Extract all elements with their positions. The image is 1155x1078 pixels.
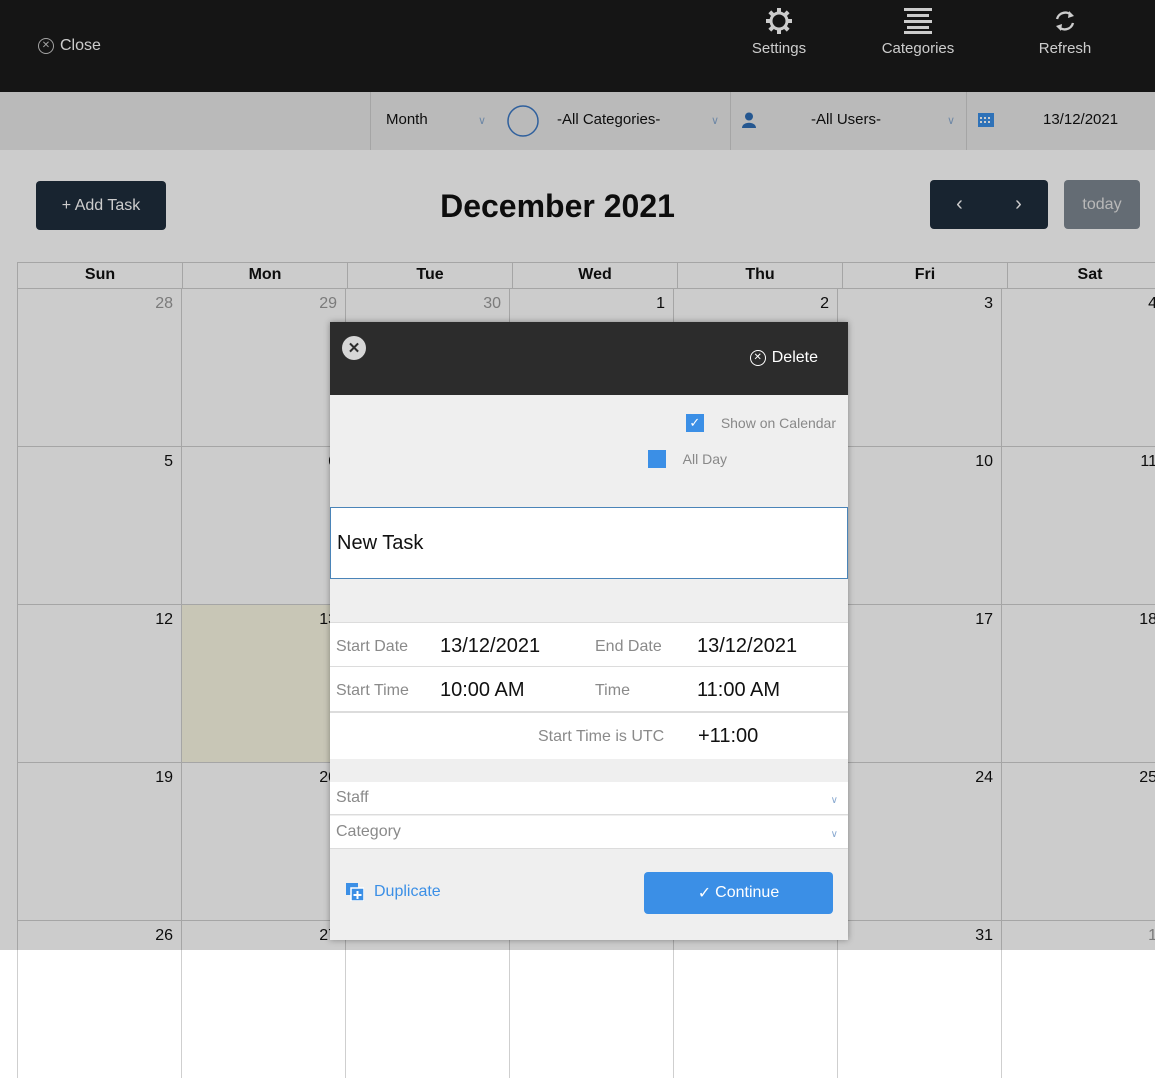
task-dialog: ✕ ✕ Delete ✓ Show on Calendar All Day Ne…	[330, 322, 848, 940]
start-date-label: Start Date	[336, 638, 409, 655]
category-placeholder: Category	[336, 823, 401, 840]
all-day-checkbox[interactable]: All Day	[647, 450, 727, 468]
start-time-field[interactable]: 10:00 AM	[440, 679, 525, 702]
end-time-field[interactable]: 11:00 AM	[697, 679, 780, 702]
staff-placeholder: Staff	[336, 789, 369, 806]
utc-offset-field[interactable]: +11:00	[698, 725, 758, 748]
time-row: Start Time 10:00 AM Time 11:00 AM	[330, 667, 848, 713]
start-date-field[interactable]: 13/12/2021	[440, 635, 540, 658]
dialog-close-button[interactable]: ✕	[342, 336, 366, 360]
show-on-calendar-label: Show on Calendar	[720, 415, 836, 431]
end-date-field[interactable]: 13/12/2021	[697, 635, 797, 658]
checkmark-icon: ✓	[697, 885, 712, 902]
utc-row: Start Time is UTC +11:00	[330, 713, 848, 759]
dialog-header: ✕ ✕ Delete	[330, 322, 848, 395]
show-on-calendar-checkbox[interactable]: ✓ Show on Calendar	[685, 414, 836, 432]
task-title-input[interactable]: New Task	[330, 507, 848, 579]
delete-icon: ✕	[749, 350, 766, 366]
start-time-label: Start Time	[336, 682, 409, 699]
close-icon: ✕	[347, 340, 361, 357]
checkbox-icon	[647, 450, 666, 468]
end-time-label: Time	[595, 682, 630, 699]
chevron-down-icon: ∨	[830, 795, 838, 806]
duplicate-button[interactable]: Duplicate	[346, 883, 441, 901]
staff-select[interactable]: Staff ∨	[330, 782, 848, 815]
chevron-down-icon: ∨	[830, 829, 838, 840]
all-day-label: All Day	[682, 451, 727, 467]
delete-label: Delete	[771, 349, 818, 366]
checkbox-checked-icon: ✓	[685, 414, 704, 432]
continue-label: Continue	[715, 884, 780, 901]
duplicate-label: Duplicate	[374, 883, 441, 900]
category-select[interactable]: Category ∨	[330, 816, 848, 849]
continue-button[interactable]: ✓ Continue	[644, 872, 833, 914]
utc-label: Start Time is UTC	[538, 728, 665, 745]
duplicate-icon	[346, 883, 364, 901]
delete-button[interactable]: ✕ Delete	[749, 349, 818, 367]
date-row: Start Date 13/12/2021 End Date 13/12/202…	[330, 622, 848, 667]
end-date-label: End Date	[595, 638, 662, 655]
